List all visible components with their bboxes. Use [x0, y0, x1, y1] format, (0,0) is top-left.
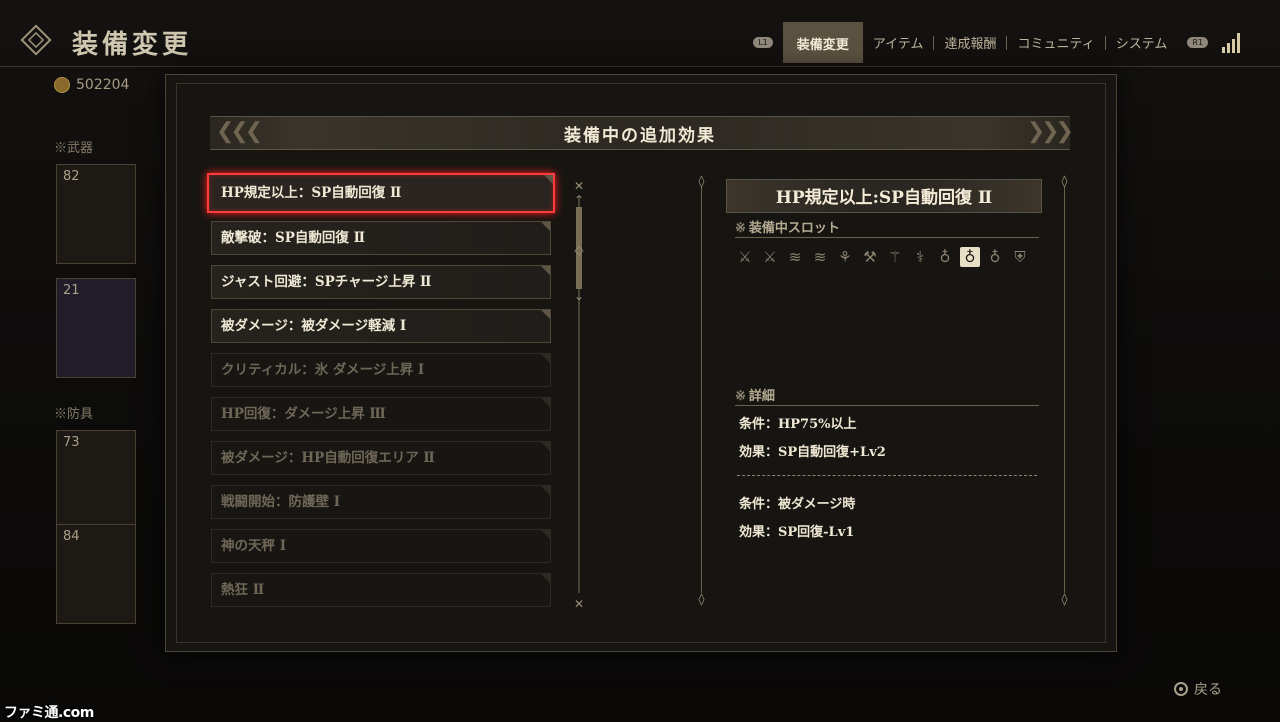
- diamond-ornament-icon: ◇: [574, 243, 584, 257]
- dashed-divider: [737, 475, 1037, 476]
- wave-icon[interactable]: ≋: [810, 247, 830, 267]
- tab-items[interactable]: アイテム: [863, 25, 934, 60]
- detail-title-band: HP規定以上:SP自動回復 Ⅱ: [726, 179, 1042, 213]
- currency-value: 502204: [76, 77, 130, 93]
- list-scrollbar[interactable]: ✕ ⌃ ◇ ⌄ ✕: [572, 179, 586, 611]
- card-level: 21: [63, 283, 80, 298]
- watermark-logo: ファミ通.com: [4, 705, 94, 721]
- list-item[interactable]: 戦闘開始：防護壁 Ⅰ: [211, 485, 551, 519]
- shield-icon[interactable]: ⛨: [1010, 247, 1030, 267]
- card-level: 84: [63, 529, 80, 544]
- top-nav: L1 装備変更 アイテム 達成報酬 コミュニティ システム R1: [743, 22, 1240, 63]
- list-item[interactable]: 神の天秤 Ⅰ: [211, 529, 551, 563]
- list-item[interactable]: 敵撃破：SP自動回復 Ⅱ: [211, 221, 551, 255]
- list-item[interactable]: HP回復：ダメージ上昇 Ⅲ: [211, 397, 551, 431]
- l1-button-tag[interactable]: L1: [753, 37, 773, 48]
- ornament-icon: ◊: [698, 592, 705, 606]
- modal-title: 装備中の追加効果: [564, 126, 716, 146]
- tab-achievements[interactable]: 達成報酬: [934, 25, 1006, 60]
- section-rule: [735, 237, 1039, 238]
- armor-card[interactable]: 73: [56, 430, 136, 530]
- r1-button-tag[interactable]: R1: [1187, 37, 1208, 48]
- chevron-down-icon[interactable]: ⌄: [572, 289, 586, 303]
- modal-title-band: ❮❮❮ ❯❯❯ 装備中の追加効果: [210, 116, 1074, 150]
- staff-icon[interactable]: ⚕: [910, 247, 930, 267]
- list-item[interactable]: クリティカル：氷 ダメージ上昇 Ⅰ: [211, 353, 551, 387]
- sickle-icon[interactable]: ⚘: [835, 247, 855, 267]
- ornament-icon: ◊: [698, 174, 705, 188]
- ornament-cross-icon: ✕: [573, 597, 585, 611]
- section-rule: [735, 405, 1039, 406]
- page-title: 装備変更: [72, 30, 193, 60]
- chevron-up-icon[interactable]: ⌃: [572, 193, 586, 207]
- details-section-label: ※ 詳細: [735, 389, 775, 404]
- condition-text: 条件：HP75%以上: [739, 417, 857, 432]
- list-item[interactable]: 熱狂 Ⅱ: [211, 573, 551, 607]
- wave-icon[interactable]: ≋: [785, 247, 805, 267]
- equipped-slots: ⚔ ⚔ ≋ ≋ ⚘ ⚒ ⚚ ⚕ ♁ ♁ ♁ ⛨: [735, 247, 1030, 267]
- slots-section-label: ※ 装備中スロット: [735, 221, 840, 236]
- ornament-icon: ◊: [1061, 592, 1068, 606]
- ornament-icon: ◊: [1061, 174, 1068, 188]
- circle-button-icon: [1174, 682, 1188, 696]
- list-item[interactable]: 被ダメージ：HP自動回復エリア Ⅱ: [211, 441, 551, 475]
- card-level: 82: [63, 169, 80, 184]
- detail-border-right: [1064, 187, 1065, 593]
- back-label: 戻る: [1194, 682, 1222, 698]
- effect-text: 効果：SP自動回復+Lv2: [739, 445, 886, 460]
- slots-label-text: 装備中スロット: [748, 221, 840, 236]
- effect-text: 効果：SP回復-Lv1: [739, 525, 855, 540]
- tab-community[interactable]: コミュニティ: [1007, 25, 1104, 60]
- additional-effects-modal: ❮❮❮ ❯❯❯ 装備中の追加効果 HP規定以上：SP自動回復 Ⅱ 敵撃破：SP自…: [165, 74, 1117, 652]
- currency-display: 502204: [54, 77, 129, 93]
- sword-icon[interactable]: ⚔: [760, 247, 780, 267]
- signal-icon: [1222, 32, 1240, 53]
- sword-icon[interactable]: ⚔: [735, 247, 755, 267]
- detail-title: HP規定以上:SP自動回復 Ⅱ: [775, 188, 993, 208]
- weapon-section-label: ※武器: [54, 141, 94, 156]
- armor-card[interactable]: 84: [56, 524, 136, 624]
- list-item[interactable]: ジャスト回避：SPチャージ上昇 Ⅱ: [211, 265, 551, 299]
- dagger-icon[interactable]: ⚚: [885, 247, 905, 267]
- effect-list: HP規定以上：SP自動回復 Ⅱ 敵撃破：SP自動回復 Ⅱ ジャスト回避：SPチャ…: [207, 173, 555, 617]
- coin-icon: [54, 77, 70, 93]
- detail-panel: ◊ ◊ ◊ ◊ HP規定以上:SP自動回復 Ⅱ ※ 装備中スロット ⚔ ⚔ ≋ ≋…: [699, 175, 1069, 605]
- weapon-card[interactable]: 21: [56, 278, 136, 378]
- condition-text: 条件：被ダメージ時: [739, 497, 856, 512]
- ring-icon[interactable]: ♁: [985, 247, 1005, 267]
- ornament-cross-icon: ✕: [573, 179, 585, 193]
- weapon-card[interactable]: 82: [56, 164, 136, 264]
- tab-system[interactable]: システム: [1106, 25, 1178, 60]
- tab-equipment[interactable]: 装備変更: [782, 22, 863, 63]
- armor-section-label: ※防具: [54, 407, 94, 422]
- list-item[interactable]: HP規定以上：SP自動回復 Ⅱ: [207, 173, 555, 213]
- header-divider: [0, 66, 1280, 67]
- card-level: 73: [63, 435, 80, 450]
- ring-icon[interactable]: ♁: [960, 247, 980, 267]
- menu-emblem-icon: [20, 24, 52, 56]
- gun-icon[interactable]: ⚒: [860, 247, 880, 267]
- list-item[interactable]: 被ダメージ：被ダメージ軽減 Ⅰ: [211, 309, 551, 343]
- back-button[interactable]: 戻る: [1174, 679, 1222, 699]
- details-label-text: 詳細: [748, 389, 775, 404]
- ring-icon[interactable]: ♁: [935, 247, 955, 267]
- detail-border-left: [701, 187, 702, 593]
